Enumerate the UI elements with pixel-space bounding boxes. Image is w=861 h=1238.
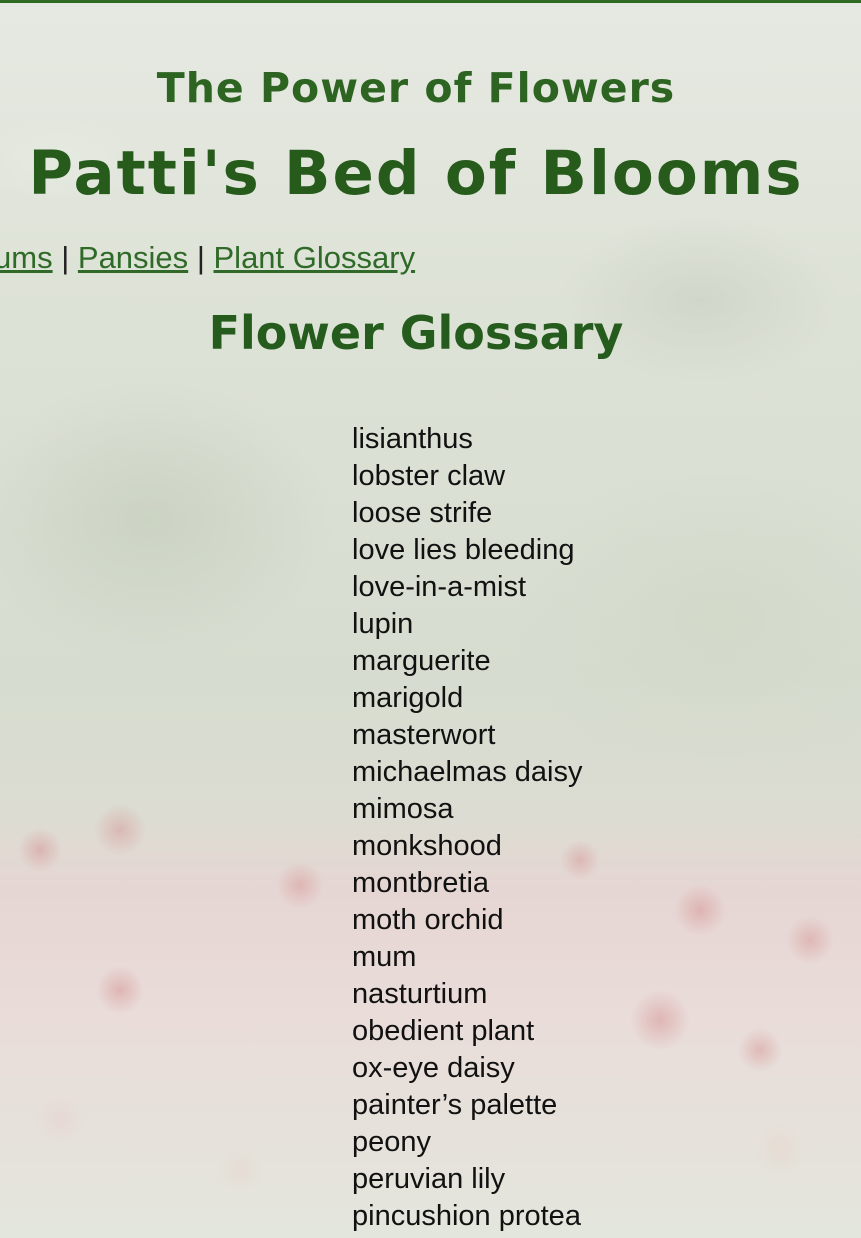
page-content: The Power of Flowers Patti's Bed of Bloo… [0, 0, 861, 1238]
glossary-term: michaelmas daisy [352, 756, 583, 788]
glossary-term: nasturtium [352, 978, 488, 1010]
page-heading: Flower Glossary [208, 306, 624, 360]
glossary-term: mum [352, 941, 417, 973]
glossary-term: montbretia [352, 867, 490, 899]
nav-link-mums[interactable]: ums [0, 240, 53, 275]
glossary-term: peruvian lily [352, 1163, 506, 1195]
glossary-term: obedient plant [352, 1015, 535, 1047]
nav-link-pansies[interactable]: Pansies [78, 240, 188, 275]
glossary-term: loose strife [352, 497, 493, 529]
nav-link-plant-glossary[interactable]: Plant Glossary [214, 240, 416, 275]
site-title: Patti's Bed of Blooms [28, 138, 804, 209]
glossary-term: marigold [352, 682, 464, 714]
glossary-term: marguerite [352, 645, 491, 677]
glossary-term: painter’s palette [352, 1089, 558, 1121]
glossary-term: lobster claw [352, 460, 506, 492]
glossary-term: pincushion protea [352, 1200, 581, 1232]
glossary-term: mimosa [352, 793, 454, 825]
site-kicker: The Power of Flowers [156, 64, 676, 112]
glossary-term: monkshood [352, 830, 502, 862]
glossary-term: love lies bleeding [352, 534, 575, 566]
glossary-term: love-in-a-mist [352, 571, 527, 603]
glossary-term: lupin [352, 608, 414, 640]
nav-separator: | [61, 240, 70, 275]
glossary-term: peony [352, 1126, 432, 1158]
nav-separator: | [196, 240, 205, 275]
glossary-term: moth orchid [352, 904, 504, 936]
glossary-term: lisianthus [352, 423, 473, 455]
glossary-term: ox-eye daisy [352, 1052, 515, 1084]
glossary-list: lisianthus lobster claw loose strife lov… [352, 421, 582, 1235]
site-nav: ums | Pansies | Plant Glossary [0, 240, 415, 276]
glossary-term: masterwort [352, 719, 496, 751]
